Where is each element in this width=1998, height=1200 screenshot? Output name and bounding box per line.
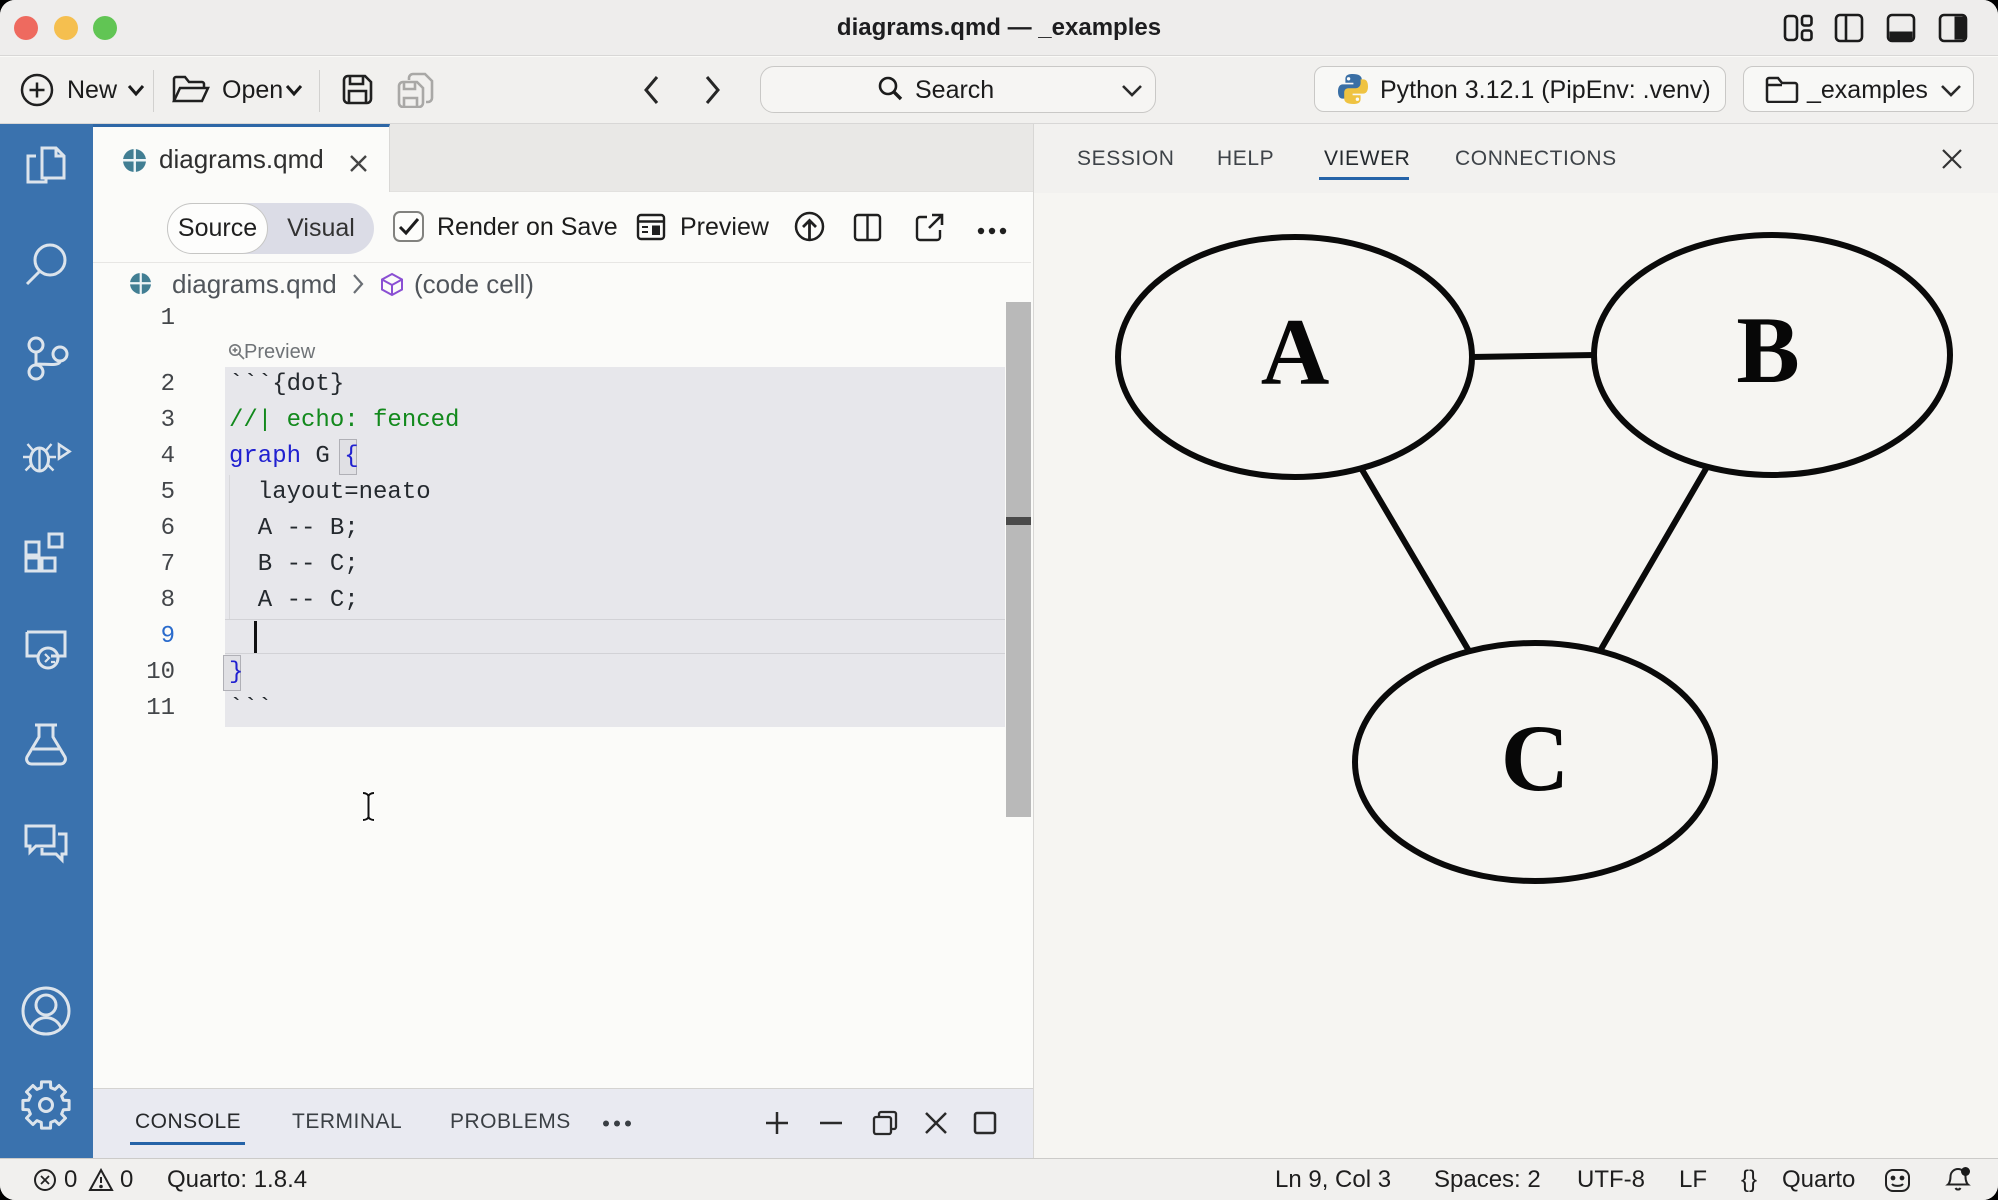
svg-text:A: A [1261, 299, 1330, 405]
svg-text:C: C [1501, 705, 1570, 811]
svg-text:B: B [1736, 297, 1799, 403]
